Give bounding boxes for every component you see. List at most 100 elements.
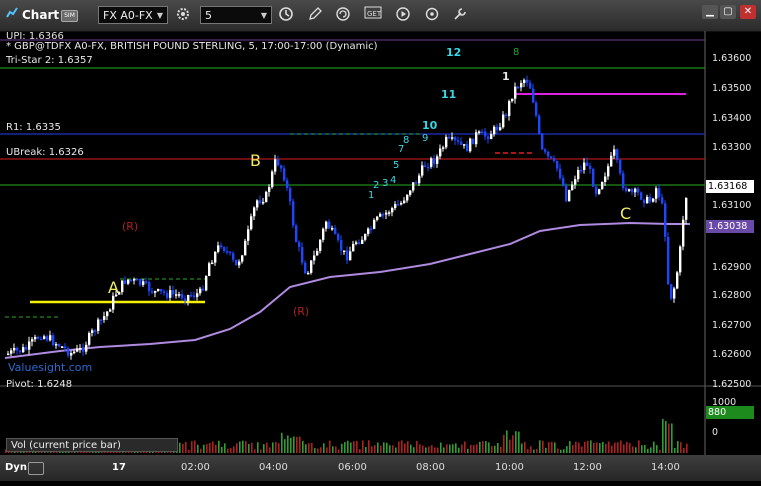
candle-body [298,242,301,248]
tristar-level-label: Tri-Star 2: 1.6357 [6,55,93,66]
candle-body [238,261,241,266]
wrench-icon[interactable] [451,6,469,24]
volume-bar [575,441,577,453]
candle-body [223,247,226,252]
volume-bar [314,448,316,453]
candle-body [505,114,508,117]
candle-body [193,295,196,298]
candle-body [685,197,688,220]
candle-body [661,197,664,204]
volume-bar [356,441,358,453]
volume-bar [506,430,508,453]
target-icon[interactable] [423,6,441,24]
symbol-selector[interactable]: FX A0-FX ▼ [98,6,168,24]
candle-body [292,201,295,226]
candle-body [43,336,46,339]
td-count-9: 9 [422,133,428,144]
candle-body [667,236,670,285]
volume-bar [596,442,598,453]
candle-body [529,82,532,89]
price-tick: 1.62500 [712,379,752,390]
volume-bar [218,440,220,453]
volume-bar [365,446,367,453]
volume-bar [476,444,478,453]
candle-body [154,290,157,293]
gear-icon[interactable] [174,6,192,24]
volume-bar [398,441,400,453]
volume-bar [677,441,679,453]
candle-body [37,336,40,339]
candle-body [361,239,364,244]
zoom-icon[interactable] [28,462,44,475]
candle-body [550,156,553,159]
candle-body [670,284,673,299]
candle-body [46,336,49,341]
candle-body [364,233,367,240]
candle-body [565,185,568,202]
close-button[interactable]: ✕ [740,5,756,19]
price-tick: 1.63100 [712,200,752,211]
candle-body [571,184,574,190]
price-chart[interactable]: 12 11 10 9 8 7 5 4 3 2 1 8 1 A B C (R) (… [0,31,761,486]
volume-bar [524,442,526,453]
play-icon[interactable] [394,6,412,24]
price-tick: 1.63600 [712,53,752,64]
volume-bar [515,431,517,453]
volume-bar [674,448,676,453]
indicator-icon[interactable]: GET [364,6,382,24]
interval-selector[interactable]: 5 ▼ [200,6,272,24]
volume-bar [221,446,223,453]
volume-bar [308,443,310,453]
volume-bar [491,446,493,453]
candle-body [583,162,586,171]
volume-bar [215,444,217,453]
volume-bar [392,445,394,453]
candle-body [229,251,232,254]
candle-body [334,228,337,235]
candle-body [343,250,346,252]
volume-bar [548,442,550,453]
time-label: 04:00 [259,462,288,473]
candle-body [652,198,655,202]
candle-body [634,188,637,193]
candle-body [262,201,265,204]
minimize-button[interactable]: ▁ [702,5,718,19]
volume-bar [644,444,646,453]
volume-bar [386,442,388,453]
candle-body [466,144,469,152]
candle-body [106,311,109,317]
refresh-icon[interactable] [334,6,352,24]
volume-bar [419,444,421,453]
volume-pane-label[interactable]: Vol (current price bar) [6,438,178,452]
candle-body [460,141,463,145]
candle-body [226,251,229,253]
chart-window: Chart SIM FX A0-FX ▼ 5 ▼ GET ▁ ▢ ✕ 12 11… [0,0,761,481]
candle-body [664,203,667,237]
chevron-down-icon: ▼ [156,11,163,20]
volume-bar [485,441,487,453]
candle-body [136,278,139,281]
volume-bar [278,443,280,453]
volume-bar [464,441,466,453]
clock-icon[interactable] [277,6,295,24]
maximize-button[interactable]: ▢ [720,5,736,19]
volume-bar [482,441,484,453]
candle-body [82,348,85,352]
volume-bar [323,443,325,453]
volume-bar [593,442,595,453]
candle-body [613,149,616,156]
td-count-7: 7 [398,144,404,155]
candle-body [637,188,640,193]
candle-body [373,219,376,229]
volume-bar [581,446,583,453]
volume-bar [440,442,442,453]
candle-body [13,347,16,351]
volume-bar [317,448,319,453]
candle-body [85,344,88,352]
time-label: 06:00 [338,462,367,473]
dynamic-scale-label[interactable]: Dyn [5,462,27,473]
volume-bar [269,447,271,453]
time-label: 02:00 [181,462,210,473]
volume-bar [455,443,457,453]
pencil-icon[interactable] [306,6,324,24]
